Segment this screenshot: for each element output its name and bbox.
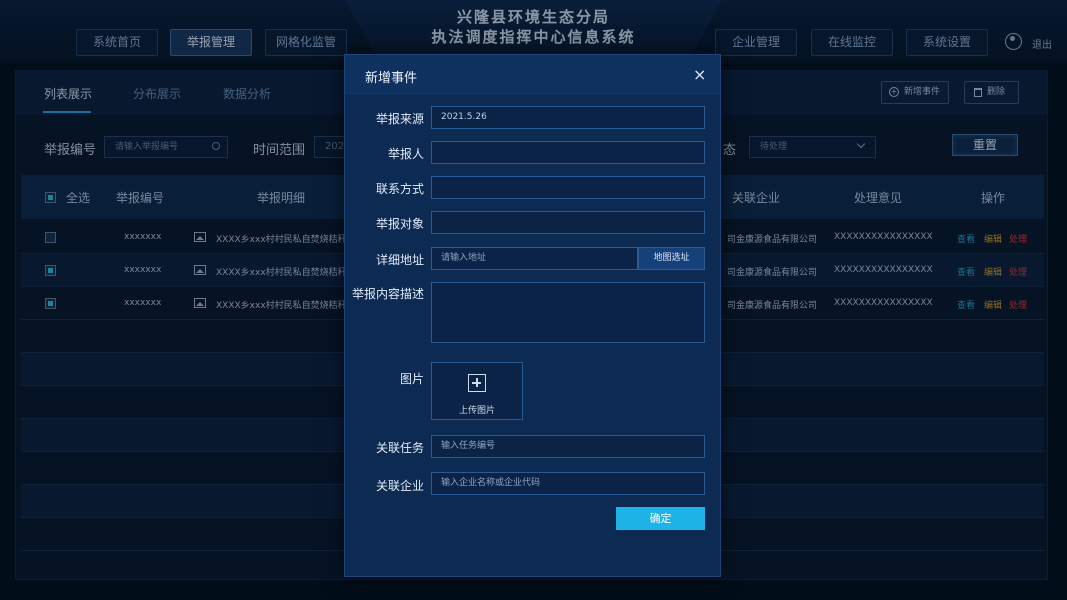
reporter-input[interactable] — [431, 141, 705, 164]
address-input[interactable]: 请输入地址 — [431, 247, 638, 270]
target-input[interactable] — [431, 211, 705, 234]
description-textarea[interactable] — [431, 282, 705, 343]
company-label: 关联企业 — [375, 479, 424, 493]
task-input[interactable]: 输入任务编号 — [431, 435, 705, 458]
upload-image-button[interactable]: 上传图片 — [431, 362, 523, 420]
description-label: 举报内容描述 — [351, 287, 424, 301]
contact-label: 联系方式 — [375, 182, 424, 196]
source-label: 举报来源 — [375, 112, 424, 126]
close-icon[interactable]: × — [693, 65, 706, 84]
company-input[interactable]: 输入企业名称或企业代码 — [431, 472, 705, 495]
address-label: 详细地址 — [375, 253, 424, 267]
confirm-button[interactable]: 确定 — [616, 507, 705, 530]
target-label: 举报对象 — [375, 217, 424, 231]
task-label: 关联任务 — [375, 441, 424, 455]
add-event-dialog: 新增事件 × 举报来源 2021.5.26 举报人 联系方式 举报对象 详细地址… — [344, 54, 721, 577]
reporter-label: 举报人 — [387, 147, 424, 161]
contact-input[interactable] — [431, 176, 705, 199]
upload-image-label: 上传图片 — [458, 406, 495, 416]
dialog-title: 新增事件 — [365, 71, 418, 86]
image-label: 图片 — [399, 372, 424, 386]
dialog-header: 新增事件 × — [345, 55, 720, 95]
map-select-button[interactable]: 地图选址 — [638, 247, 705, 270]
plus-icon — [468, 374, 486, 392]
source-input[interactable]: 2021.5.26 — [431, 106, 705, 129]
